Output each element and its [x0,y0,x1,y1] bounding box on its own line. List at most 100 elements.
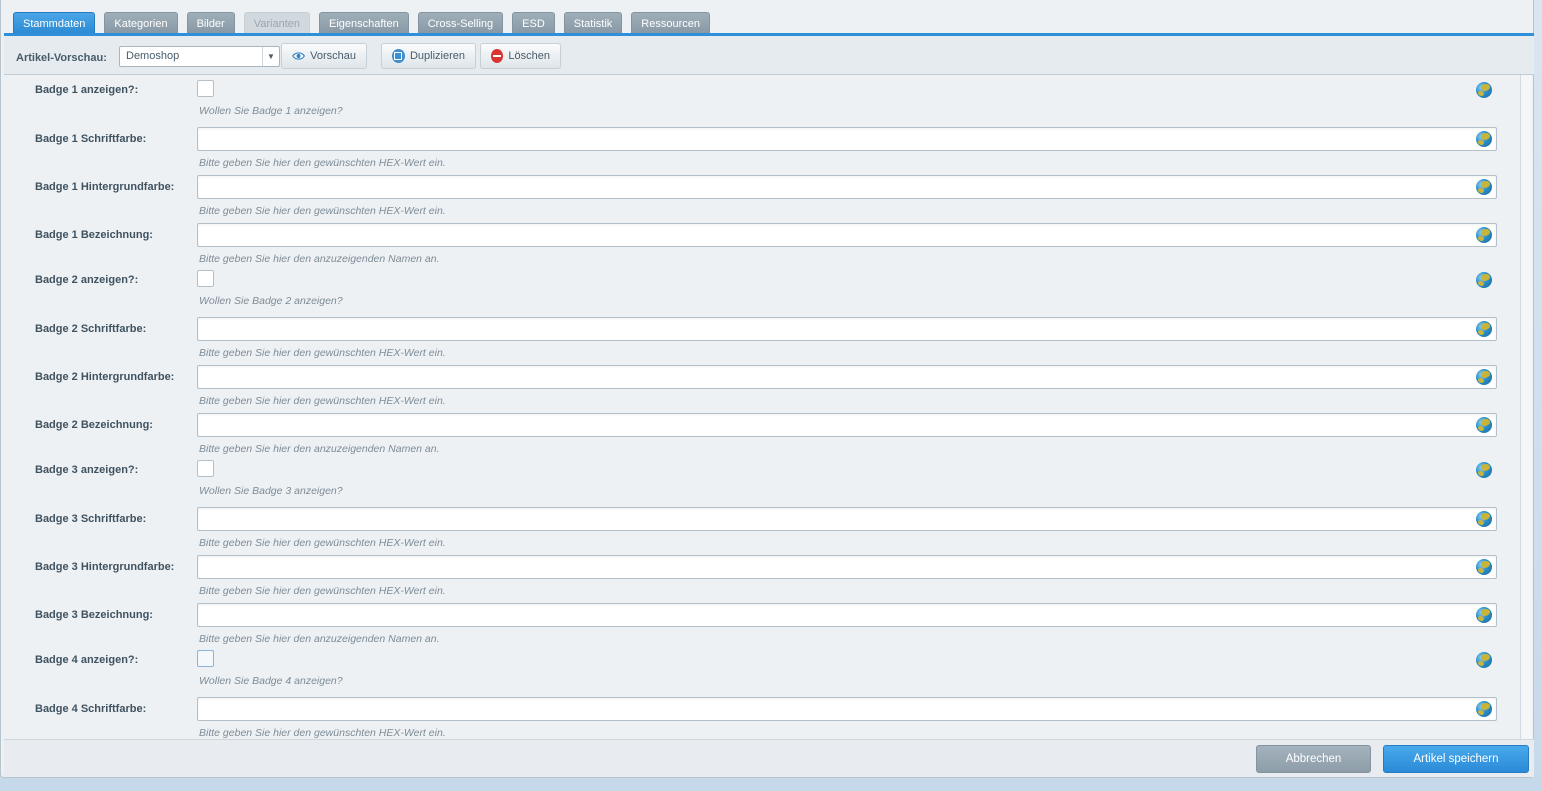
text-input[interactable] [197,317,1497,341]
text-input[interactable] [197,223,1497,247]
form-row: Badge 1 anzeigen?: Wollen Sie Badge 1 anz… [4,80,1521,129]
field-label: Badge 3 anzeigen?: [35,464,139,476]
shop-select[interactable]: Demoshop ▼ [119,46,280,67]
chevron-down-icon[interactable]: ▼ [262,47,279,66]
tab-eigenschaften[interactable]: Eigenschaften [319,12,409,34]
tab-stammdaten[interactable]: Stammdaten [13,12,96,34]
delete-button[interactable]: Löschen [480,43,561,69]
field-label: Badge 3 Hintergrundfarbe: [35,561,175,573]
form-row: Badge 4 Schriftfarbe: Bitte geben Sie hie… [4,697,1521,739]
field-label: Badge 2 Schriftfarbe: [35,323,147,335]
globe-icon[interactable] [1476,369,1492,385]
badge-show-checkbox[interactable] [197,650,214,667]
field-help-text: Bitte geben Sie hier den anzuzeigenden N… [199,443,440,455]
form-row: Badge 3 Bezeichnung: Bitte geben Sie hier… [4,603,1521,651]
form-row: Badge 2 Schriftfarbe: Bitte geben Sie hie… [4,317,1521,365]
text-input[interactable] [197,365,1497,389]
field-help-text: Bitte geben Sie hier den gewünschten HEX… [199,727,446,739]
field-label: Badge 3 Schriftfarbe: [35,513,147,525]
badge-settings-form: Badge 1 anzeigen?: Wollen Sie Badge 1 anz… [4,75,1521,739]
form-row: Badge 3 Hintergrundfarbe: Bitte geben Sie… [4,555,1521,603]
preview-button[interactable]: Vorschau [281,43,367,69]
form-scrollbar[interactable] [1520,75,1532,739]
form-row: Badge 3 anzeigen?: Wollen Sie Badge 3 anz… [4,460,1521,509]
field-help-text: Bitte geben Sie hier den gewünschten HEX… [199,537,446,549]
globe-icon[interactable] [1476,179,1492,195]
field-help-text: Bitte geben Sie hier den gewünschten HEX… [199,395,446,407]
field-help-text: Bitte geben Sie hier den anzuzeigenden N… [199,633,440,645]
form-row: Badge 2 Hintergrundfarbe: Bitte geben Sie… [4,365,1521,413]
field-label: Badge 2 anzeigen?: [35,274,139,286]
field-help-text: Wollen Sie Badge 4 anzeigen? [199,675,343,687]
field-label: Badge 2 Hintergrundfarbe: [35,371,175,383]
cancel-button[interactable]: Abbrechen [1256,745,1371,773]
globe-icon[interactable] [1476,131,1492,147]
tab-bilder[interactable]: Bilder [186,12,235,34]
globe-icon[interactable] [1476,559,1492,575]
field-label: Badge 2 Bezeichnung: [35,419,153,431]
tab-esd[interactable]: ESD [512,12,555,34]
preview-button-label: Vorschau [310,50,356,62]
tab-bar: Stammdaten Kategorien Bilder Varianten Eigen… [13,12,719,34]
field-help-text: Bitte geben Sie hier den gewünschten HEX… [199,585,446,597]
field-help-text: Bitte geben Sie hier den gewünschten HEX… [199,347,446,359]
text-input[interactable] [197,555,1497,579]
badge-show-checkbox[interactable] [197,460,214,477]
text-input[interactable] [197,697,1497,721]
globe-icon[interactable] [1476,82,1492,98]
form-row: Badge 1 Hintergrundfarbe: Bitte geben Sie… [4,175,1521,223]
form-row: Badge 1 Bezeichnung: Bitte geben Sie hier… [4,223,1521,271]
shop-select-value: Demoshop [126,50,180,62]
delete-button-label: Löschen [508,50,550,62]
field-label: Badge 1 Hintergrundfarbe: [35,181,175,193]
badge-show-checkbox[interactable] [197,270,214,287]
globe-icon[interactable] [1476,321,1492,337]
save-article-button[interactable]: Artikel speichern [1383,745,1529,773]
form-row: Badge 2 anzeigen?: Wollen Sie Badge 2 anz… [4,270,1521,319]
text-input[interactable] [197,603,1497,627]
field-label: Badge 1 Bezeichnung: [35,229,153,241]
tab-varianten: Varianten [243,12,310,34]
globe-icon[interactable] [1476,272,1492,288]
badge-show-checkbox[interactable] [197,80,214,97]
field-help-text: Bitte geben Sie hier den gewünschten HEX… [199,157,446,169]
duplicate-icon [392,49,405,63]
field-label: Badge 1 Schriftfarbe: [35,133,147,145]
globe-icon[interactable] [1476,607,1492,623]
field-help-text: Bitte geben Sie hier den gewünschten HEX… [199,205,446,217]
field-help-text: Bitte geben Sie hier den anzuzeigenden N… [199,253,440,265]
text-input[interactable] [197,413,1497,437]
delete-icon [491,49,504,63]
globe-icon[interactable] [1476,511,1492,527]
eye-icon [292,52,305,60]
globe-icon[interactable] [1476,417,1492,433]
field-label: Badge 4 anzeigen?: [35,654,139,666]
form-row: Badge 4 anzeigen?: Wollen Sie Badge 4 anz… [4,650,1521,699]
field-help-text: Wollen Sie Badge 2 anzeigen? [199,295,343,307]
globe-icon[interactable] [1476,462,1492,478]
field-label: Badge 4 Schriftfarbe: [35,703,147,715]
field-help-text: Wollen Sie Badge 3 anzeigen? [199,485,343,497]
field-help-text: Wollen Sie Badge 1 anzeigen? [199,105,343,117]
form-row: Badge 1 Schriftfarbe: Bitte geben Sie hie… [4,127,1521,175]
tab-cross-selling[interactable]: Cross-Selling [417,12,504,34]
text-input[interactable] [197,507,1497,531]
globe-icon[interactable] [1476,652,1492,668]
globe-icon[interactable] [1476,227,1492,243]
globe-icon[interactable] [1476,701,1492,717]
text-input[interactable] [197,127,1497,151]
tab-kategorien[interactable]: Kategorien [104,12,178,34]
form-row: Badge 3 Schriftfarbe: Bitte geben Sie hie… [4,507,1521,555]
article-preview-label: Artikel-Vorschau: [16,52,107,64]
duplicate-button-label: Duplizieren [409,50,465,62]
article-editor-window: Stammdaten Kategorien Bilder Varianten Eigen… [0,0,1534,778]
field-label: Badge 3 Bezeichnung: [35,609,153,621]
toolbar: Artikel-Vorschau: Demoshop ▼ Vorschau Du… [4,36,1534,75]
form-row: Badge 2 Bezeichnung: Bitte geben Sie hier… [4,413,1521,461]
field-label: Badge 1 anzeigen?: [35,84,139,96]
tab-statistik[interactable]: Statistik [563,12,623,34]
duplicate-button[interactable]: Duplizieren [381,43,476,69]
text-input[interactable] [197,175,1497,199]
footer-bar: Abbrechen Artikel speichern [4,739,1534,777]
tab-ressourcen[interactable]: Ressourcen [631,12,710,34]
